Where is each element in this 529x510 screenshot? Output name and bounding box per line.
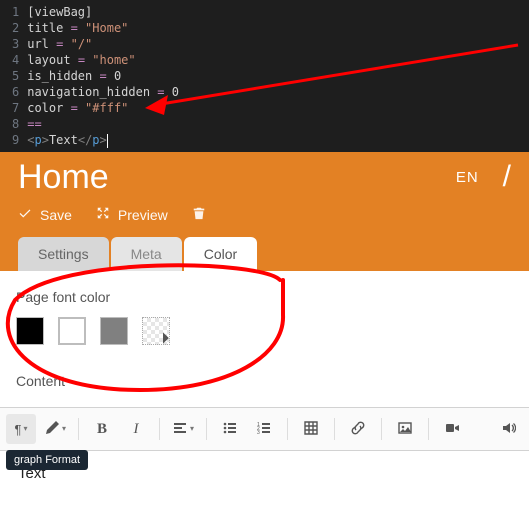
italic-button[interactable]: I: [121, 414, 151, 444]
line-number-gutter: 1 2 3 4 5 6 7 8 9: [0, 0, 27, 152]
link-button[interactable]: [343, 414, 373, 444]
clear-format-button[interactable]: ▾: [40, 414, 70, 444]
bold-icon: B: [97, 421, 107, 438]
unordered-list-button[interactable]: [215, 414, 245, 444]
table-icon: [303, 420, 319, 439]
save-label: Save: [40, 207, 72, 223]
volume-icon: [500, 420, 516, 439]
toolbar-separator: [78, 418, 79, 440]
swatch-white[interactable]: [58, 317, 86, 345]
image-icon: [397, 420, 413, 439]
preview-label: Preview: [118, 207, 168, 223]
table-button[interactable]: [296, 414, 326, 444]
toolbar-separator: [206, 418, 207, 440]
language-switch[interactable]: EN: [456, 169, 479, 186]
brush-icon: [44, 420, 60, 439]
swatch-gray[interactable]: [100, 317, 128, 345]
align-button[interactable]: ▾: [168, 414, 198, 444]
link-icon: [350, 420, 366, 439]
tab-settings[interactable]: Settings: [18, 237, 109, 271]
code-body[interactable]: [viewBag] title = "Home" url = "/" layou…: [27, 0, 529, 152]
tooltip-paragraph-format: graph Format: [6, 450, 88, 470]
swatch-black[interactable]: [16, 317, 44, 345]
toolbar-separator: [381, 418, 382, 440]
audio-button[interactable]: [493, 414, 523, 444]
field-label-page-font-color: Page font color: [16, 289, 523, 305]
toolbar-separator: [159, 418, 160, 440]
video-button[interactable]: [437, 414, 467, 444]
align-left-icon: [172, 420, 188, 439]
image-button[interactable]: [390, 414, 420, 444]
delete-button[interactable]: [192, 206, 206, 223]
list-ol-icon: 123: [256, 420, 272, 439]
bold-button[interactable]: B: [87, 414, 117, 444]
paragraph-format-button[interactable]: ¶▾ graph Format: [6, 414, 36, 444]
preview-button[interactable]: Preview: [96, 206, 168, 223]
expand-icon: [96, 206, 110, 223]
page-header: Home EN / Save Preview Settings Me: [0, 152, 529, 271]
svg-text:3: 3: [257, 430, 260, 436]
swatch-custom[interactable]: [142, 317, 170, 345]
color-swatches: [16, 317, 523, 345]
check-icon: [18, 206, 32, 223]
tabs: Settings Meta Color: [0, 237, 529, 271]
rte-toolbar: ¶▾ graph Format ▾ B I ▾ 123: [0, 407, 529, 451]
tab-meta[interactable]: Meta: [111, 237, 182, 271]
ordered-list-button[interactable]: 123: [249, 414, 279, 444]
save-button[interactable]: Save: [18, 206, 72, 223]
list-ul-icon: [222, 420, 238, 439]
pilcrow-icon: ¶: [15, 422, 22, 437]
trash-icon: [192, 207, 206, 223]
toolbar-separator: [287, 418, 288, 440]
field-label-content: Content: [16, 373, 523, 389]
tab-panel-color: Page font color Content: [0, 271, 529, 407]
toolbar-separator: [428, 418, 429, 440]
code-editor[interactable]: 1 2 3 4 5 6 7 8 9 [viewBag] title = "Hom…: [0, 0, 529, 152]
breadcrumb-separator: /: [503, 162, 511, 192]
page-title: Home: [18, 160, 109, 194]
tab-color[interactable]: Color: [184, 237, 257, 271]
toolbar-separator: [334, 418, 335, 440]
video-icon: [444, 420, 460, 439]
italic-icon: I: [134, 421, 139, 438]
